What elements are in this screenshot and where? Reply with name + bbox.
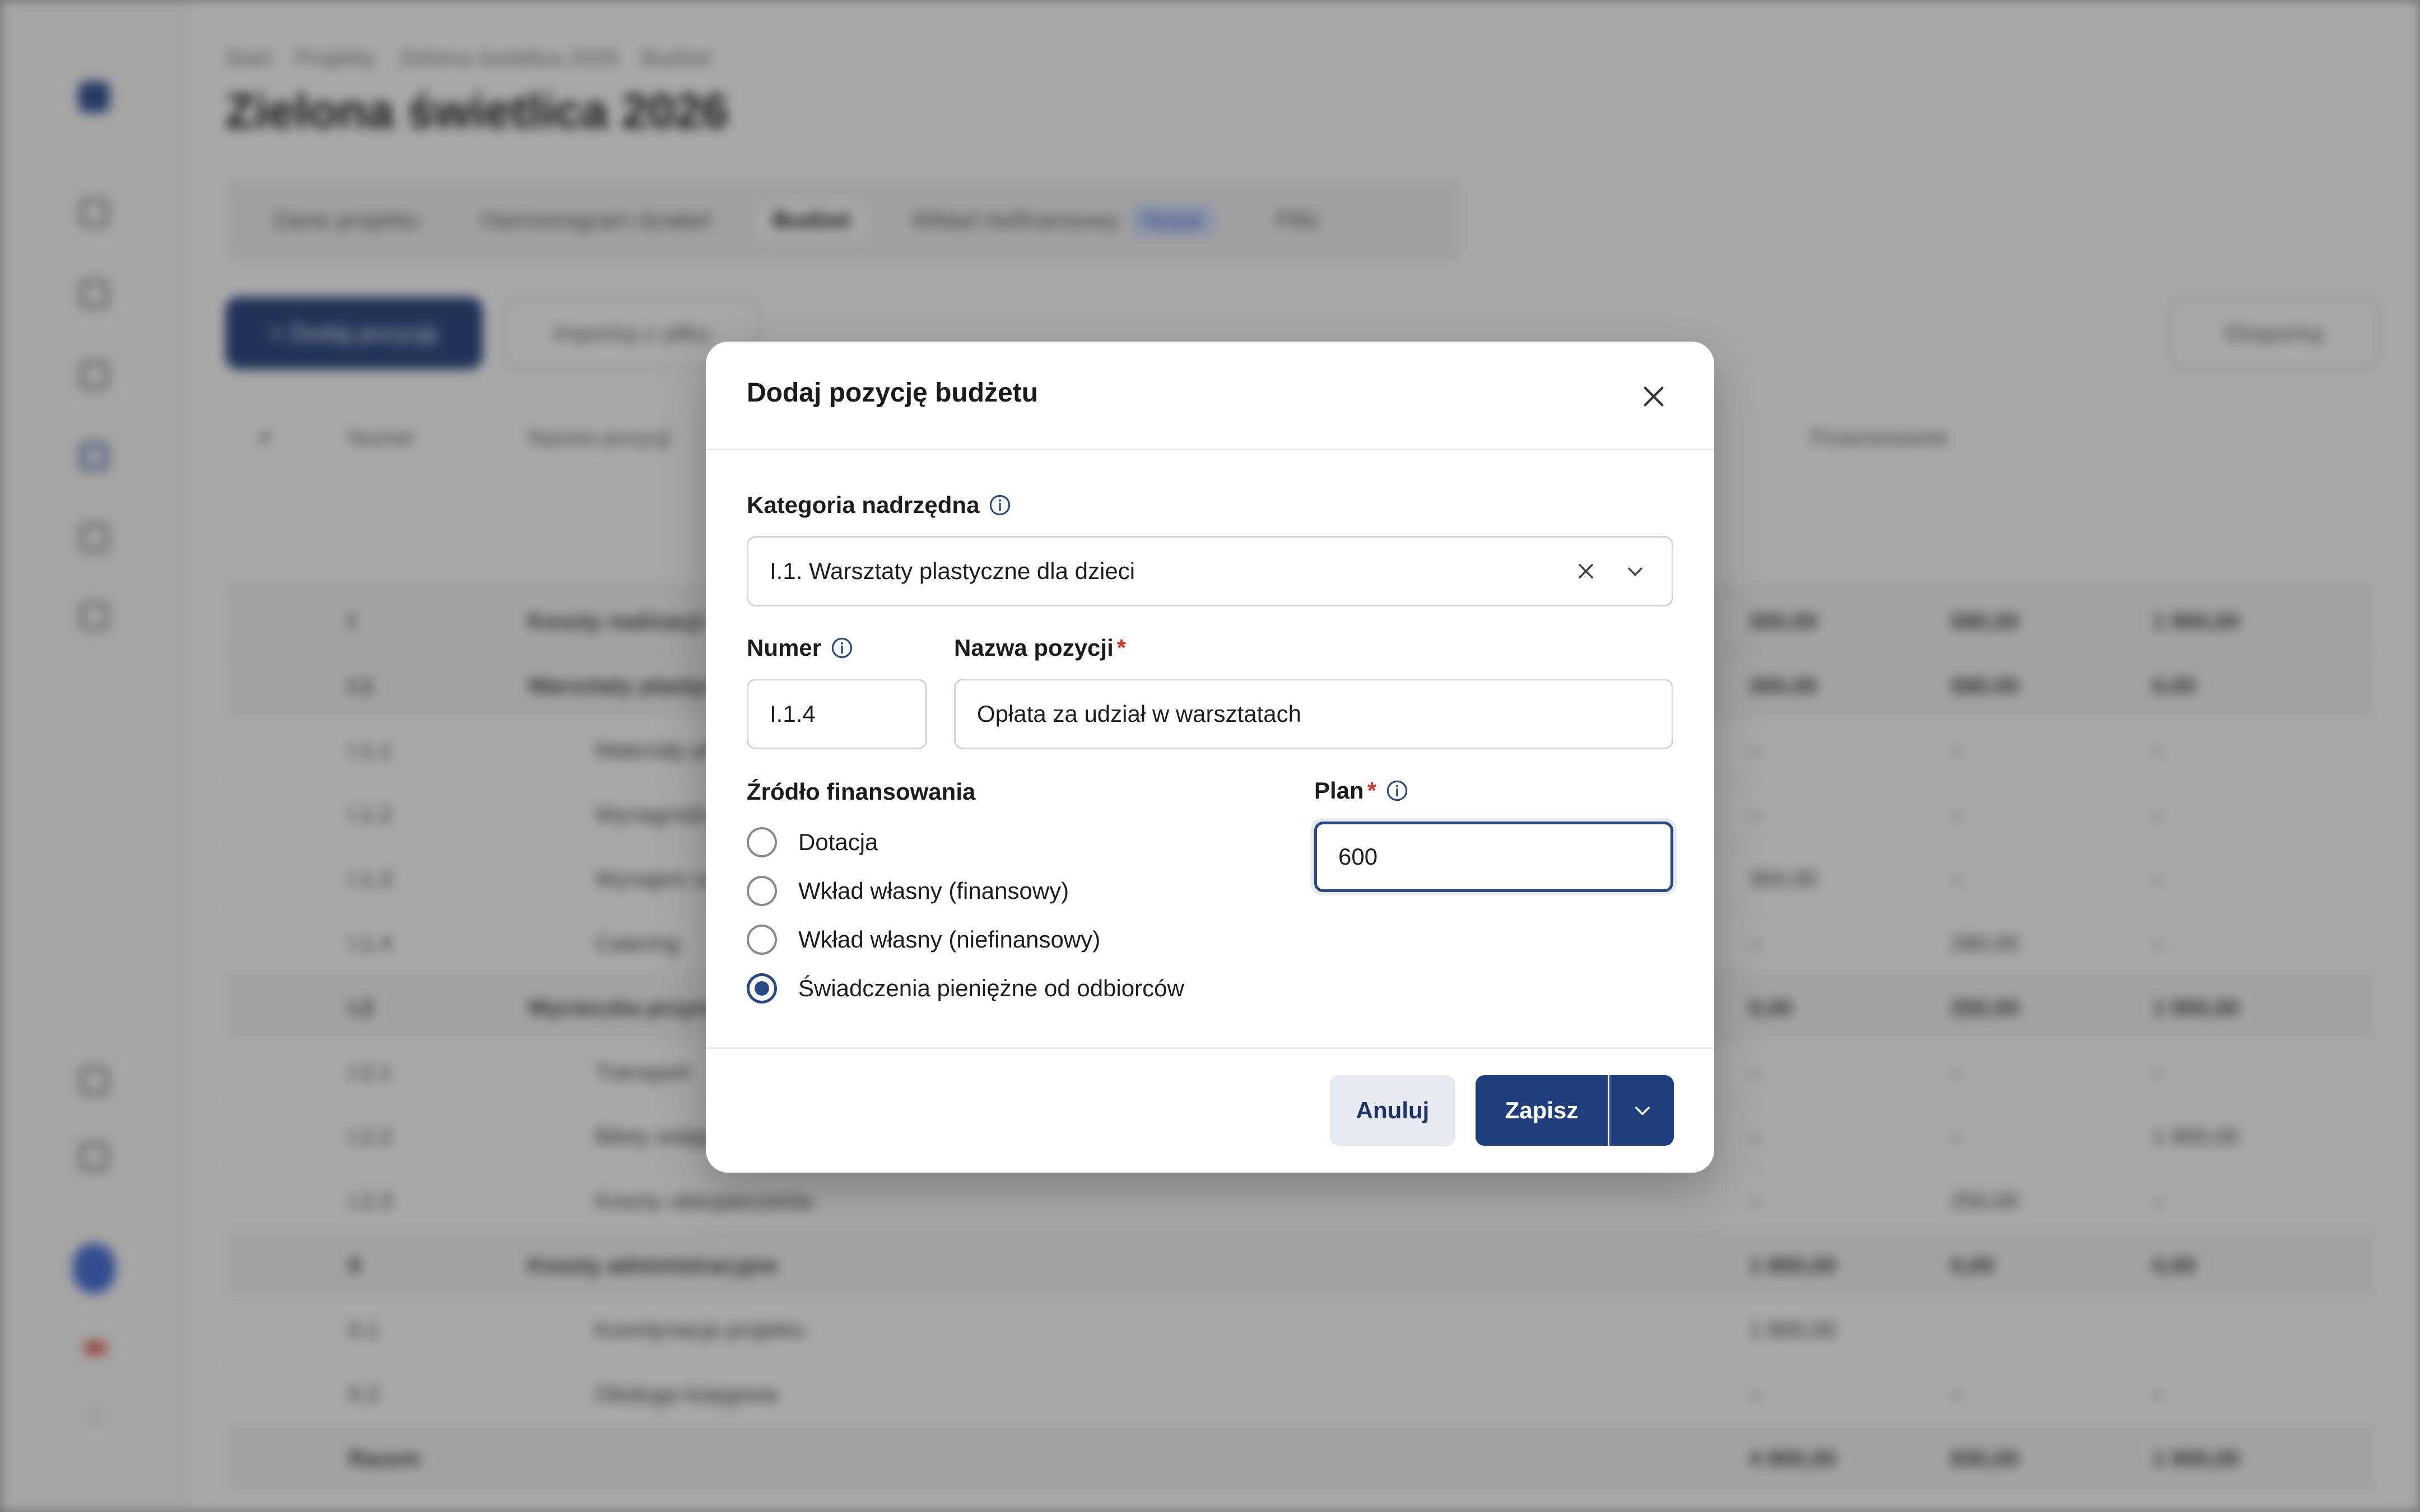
number-label-text: Numer xyxy=(747,634,822,661)
close-button[interactable] xyxy=(1631,374,1676,419)
number-label: Numer xyxy=(747,634,855,661)
dialog-header: Dodaj pozycję budżetu xyxy=(706,342,1714,450)
chevron-down-icon xyxy=(1635,1107,1650,1116)
radio-label: Dotacja xyxy=(798,829,878,855)
clear-icon xyxy=(1579,564,1593,578)
parent-category-value: I.1. Warsztaty plastyczne dla dzieci xyxy=(770,558,1135,584)
radio-button[interactable] xyxy=(747,876,777,906)
plan-label-text: Plan xyxy=(1314,777,1364,804)
plan-label-group: Plan * xyxy=(1314,777,1376,804)
plan-field[interactable] xyxy=(1314,822,1673,892)
clear-selection-button[interactable] xyxy=(1571,556,1601,586)
item-name-label: Nazwa pozycji * xyxy=(954,634,1126,661)
info-icon[interactable] xyxy=(987,492,1013,518)
funding-source-label: Źródło finansowania xyxy=(747,778,975,805)
item-name-field[interactable] xyxy=(954,679,1673,749)
select-controls xyxy=(1571,556,1650,586)
parent-category-label: Kategoria nadrzędna xyxy=(747,492,1013,519)
radio-button[interactable] xyxy=(747,827,777,857)
radio-label: Wkład własny (finansowy) xyxy=(798,878,1069,904)
info-icon[interactable] xyxy=(1384,778,1410,804)
radio-label: Świadczenia pieniężne od odbiorców xyxy=(798,975,1184,1001)
info-icon[interactable] xyxy=(829,635,855,661)
number-input[interactable] xyxy=(770,701,904,727)
cancel-button[interactable]: Anuluj xyxy=(1330,1075,1455,1146)
close-icon xyxy=(1644,386,1664,407)
radio-button-selected[interactable] xyxy=(747,973,777,1004)
radio-label: Wkład własny (niefinansowy) xyxy=(798,926,1101,953)
save-button[interactable]: Zapisz xyxy=(1476,1075,1608,1146)
radio-recipient-payments[interactable]: Świadczenia pieniężne od odbiorców xyxy=(747,973,1184,1004)
required-mark: * xyxy=(1116,634,1127,661)
radio-own-non-financial[interactable]: Wkład własny (niefinansowy) xyxy=(747,925,1100,955)
chevron-down-icon xyxy=(1628,567,1642,576)
dropdown-toggle[interactable] xyxy=(1620,556,1650,586)
parent-category-select[interactable]: I.1. Warsztaty plastyczne dla dzieci xyxy=(747,536,1673,606)
plan-input[interactable] xyxy=(1338,843,1649,870)
add-budget-item-dialog: Dodaj pozycję budżetu Kategoria nadrzędn… xyxy=(706,342,1714,1173)
radio-button[interactable] xyxy=(747,925,777,955)
number-field[interactable] xyxy=(747,679,927,749)
parent-category-label-text: Kategoria nadrzędna xyxy=(747,492,980,518)
required-mark: * xyxy=(1367,777,1377,804)
save-options-button[interactable] xyxy=(1609,1075,1674,1146)
dialog-title: Dodaj pozycję budżetu xyxy=(747,378,1039,408)
item-name-input[interactable] xyxy=(977,701,1650,727)
radio-own-financial[interactable]: Wkład własny (finansowy) xyxy=(747,876,1069,906)
item-name-label-text: Nazwa pozycji xyxy=(954,634,1114,661)
funding-source-label-text: Źródło finansowania xyxy=(747,778,976,805)
radio-grant[interactable]: Dotacja xyxy=(747,827,878,857)
plan-label: Plan * xyxy=(1314,777,1410,804)
